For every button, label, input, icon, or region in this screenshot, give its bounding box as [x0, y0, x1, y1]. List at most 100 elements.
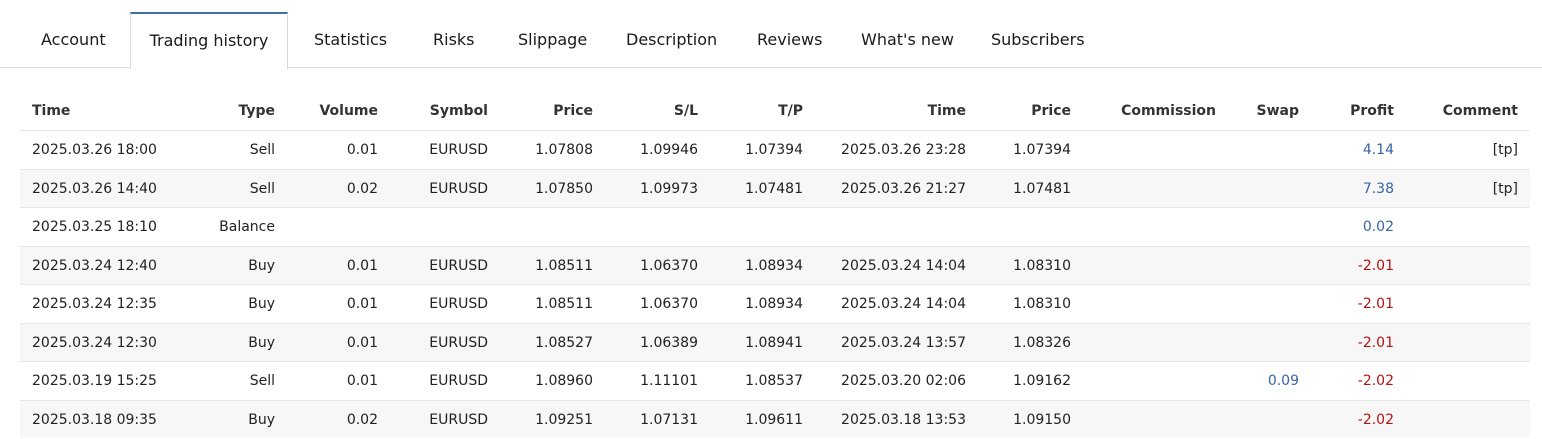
header-sl[interactable]: S/L — [674, 92, 698, 130]
cell-time-close: 2025.03.24 13:57 — [841, 334, 966, 351]
table-header-row: Time Type Volume Symbol Price S/L T/P Ti… — [20, 92, 1530, 130]
tab-reviews[interactable]: Reviews — [757, 12, 822, 68]
cell-price-open: 1.07808 — [535, 142, 593, 158]
cell-volume: 0.02 — [346, 411, 378, 428]
cell-type: Buy — [248, 257, 275, 274]
cell-volume: 0.01 — [346, 334, 378, 351]
cell-type: Buy — [248, 411, 275, 428]
cell-symbol: EURUSD — [429, 142, 488, 158]
cell-price-open: 1.08511 — [535, 296, 593, 312]
tab-description[interactable]: Description — [626, 12, 717, 68]
cell-volume: 0.01 — [346, 296, 378, 312]
cell-profit: 0.02 — [1362, 219, 1394, 235]
tab-account[interactable]: Account — [41, 12, 106, 68]
header-comment[interactable]: Comment — [1443, 92, 1518, 130]
cell-price-close: 1.09150 — [1013, 411, 1071, 428]
tab-whats-new[interactable]: What's new — [861, 12, 954, 68]
header-volume[interactable]: Volume — [319, 92, 378, 130]
cell-type: Buy — [248, 296, 275, 312]
header-type[interactable]: Type — [238, 92, 275, 130]
cell-swap: 0.09 — [1267, 373, 1299, 389]
header-commission[interactable]: Commission — [1121, 92, 1216, 130]
cell-symbol: EURUSD — [429, 411, 488, 428]
cell-symbol: EURUSD — [429, 296, 488, 312]
cell-price-close: 1.08326 — [1013, 334, 1071, 351]
cell-price-close: 1.07481 — [1013, 180, 1071, 197]
tab-bar: Account Trading history Statistics Risks… — [0, 0, 1542, 69]
cell-profit: -2.01 — [1357, 334, 1394, 351]
cell-tp: 1.08934 — [745, 257, 803, 274]
header-swap[interactable]: Swap — [1257, 92, 1300, 130]
cell-symbol: EURUSD — [429, 180, 488, 197]
cell-tp: 1.08934 — [745, 296, 803, 312]
cell-symbol: EURUSD — [429, 257, 488, 274]
cell-type: Sell — [249, 373, 275, 389]
header-time-open[interactable]: Time — [32, 92, 70, 130]
cell-comment: [tp] — [1492, 180, 1518, 197]
cell-sl: 1.06389 — [640, 334, 698, 351]
cell-time-open: 2025.03.26 14:40 — [32, 180, 157, 197]
cell-tp: 1.08537 — [745, 373, 803, 389]
header-symbol[interactable]: Symbol — [430, 92, 488, 130]
cell-profit: 7.38 — [1362, 180, 1394, 197]
table-row: 2025.03.18 09:35 Buy 0.02 EURUSD 1.09251 1.07… — [20, 399, 1530, 438]
cell-comment: [tp] — [1492, 142, 1518, 158]
header-price-open[interactable]: Price — [553, 92, 593, 130]
cell-time-open: 2025.03.19 15:25 — [32, 373, 157, 389]
cell-profit: 4.14 — [1362, 142, 1394, 158]
cell-sl: 1.09946 — [640, 142, 698, 158]
cell-type: Balance — [219, 219, 275, 235]
cell-time-open: 2025.03.25 18:10 — [32, 219, 157, 235]
cell-volume: 0.02 — [346, 180, 378, 197]
cell-tp: 1.07481 — [745, 180, 803, 197]
cell-profit: -2.01 — [1357, 257, 1394, 274]
cell-price-open: 1.08527 — [535, 334, 593, 351]
cell-profit: -2.02 — [1357, 373, 1394, 389]
cell-price-open: 1.08960 — [535, 373, 593, 389]
cell-tp: 1.09611 — [745, 411, 803, 428]
cell-tp: 1.08941 — [745, 334, 803, 351]
table-row: 2025.03.19 15:25 Sell 0.01 EURUSD 1.08960 1.1… — [20, 361, 1530, 400]
tab-subscribers[interactable]: Subscribers — [991, 12, 1085, 68]
cell-price-open: 1.09251 — [535, 411, 593, 428]
header-tp[interactable]: T/P — [778, 92, 803, 130]
cell-time-open: 2025.03.24 12:30 — [32, 334, 157, 351]
header-time-close[interactable]: Time — [928, 92, 966, 130]
cell-time-close: 2025.03.24 14:04 — [841, 296, 966, 312]
cell-price-close: 1.08310 — [1013, 296, 1071, 312]
tab-risks[interactable]: Risks — [433, 12, 475, 68]
table-row: 2025.03.24 12:40 Buy 0.01 EURUSD 1.08511 1.06… — [20, 245, 1530, 284]
cell-price-close: 1.08310 — [1013, 257, 1071, 274]
cell-price-open: 1.07850 — [535, 180, 593, 197]
tab-trading-history[interactable]: Trading history — [130, 12, 288, 69]
tab-slippage[interactable]: Slippage — [518, 12, 587, 68]
header-profit[interactable]: Profit — [1350, 92, 1394, 130]
cell-price-close: 1.09162 — [1013, 373, 1071, 389]
cell-time-close: 2025.03.26 23:28 — [841, 142, 966, 158]
table-row: 2025.03.24 12:30 Buy 0.01 EURUSD 1.08527 1.06… — [20, 322, 1530, 361]
cell-profit: -2.01 — [1357, 296, 1394, 312]
cell-price-close: 1.07394 — [1013, 142, 1071, 158]
table-row: 2025.03.25 18:10 Balance 0.02 — [20, 207, 1530, 246]
cell-tp: 1.07394 — [745, 142, 803, 158]
trading-history-table: Time Type Volume Symbol Price S/L T/P Ti… — [20, 92, 1530, 438]
cell-type: Sell — [249, 142, 275, 158]
cell-type: Sell — [249, 180, 275, 197]
cell-sl: 1.06370 — [640, 296, 698, 312]
cell-type: Buy — [248, 334, 275, 351]
cell-sl: 1.06370 — [640, 257, 698, 274]
cell-time-open: 2025.03.24 12:40 — [32, 257, 157, 274]
table-row: 2025.03.26 14:40 Sell 0.02 EURUSD 1.07850 1.0… — [20, 168, 1530, 207]
cell-volume: 0.01 — [346, 373, 378, 389]
cell-time-close: 2025.03.24 14:04 — [841, 257, 966, 274]
header-price-close[interactable]: Price — [1031, 92, 1071, 130]
cell-time-close: 2025.03.18 13:53 — [841, 411, 966, 428]
cell-volume: 0.01 — [346, 257, 378, 274]
cell-time-open: 2025.03.18 09:35 — [32, 411, 157, 428]
cell-sl: 1.09973 — [640, 180, 698, 197]
cell-profit: -2.02 — [1357, 411, 1394, 428]
tab-statistics[interactable]: Statistics — [314, 12, 387, 68]
cell-symbol: EURUSD — [429, 334, 488, 351]
cell-symbol: EURUSD — [429, 373, 488, 389]
table-row: 2025.03.24 12:35 Buy 0.01 EURUSD 1.08511 1.06… — [20, 284, 1530, 323]
